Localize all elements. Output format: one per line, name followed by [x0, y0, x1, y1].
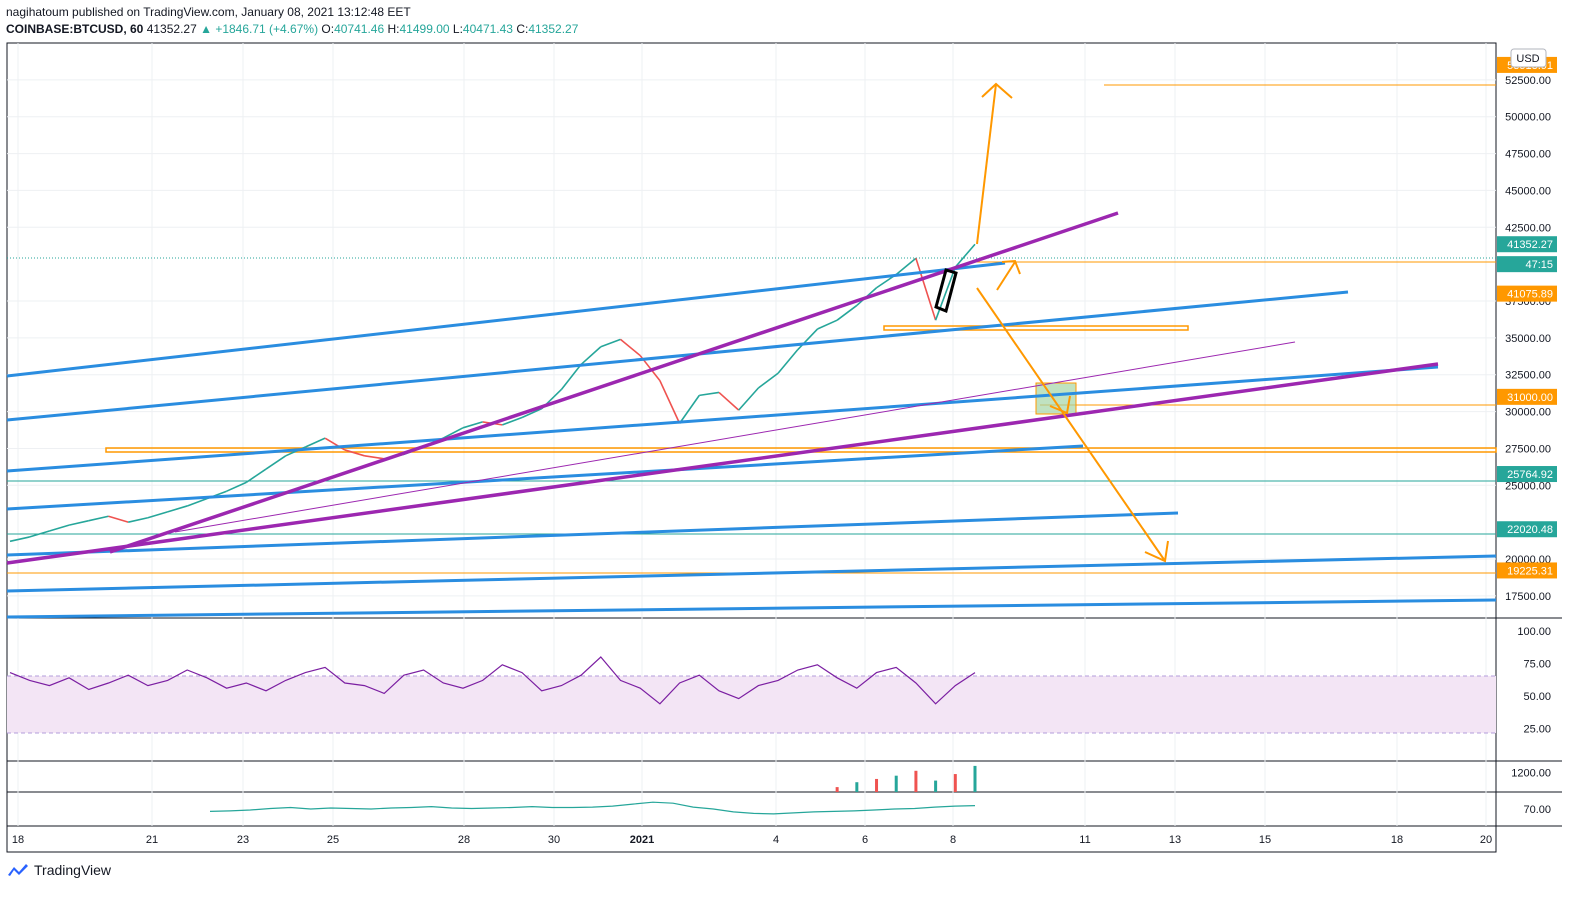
blue-channel-upper[interactable]	[6, 290, 1349, 422]
price-tick-label: 35000.00	[1505, 333, 1551, 345]
price-tick-label: 52500.00	[1505, 75, 1551, 87]
time-tick-label: 8	[950, 834, 956, 846]
price-tick-label: 25000.00	[1505, 480, 1551, 492]
oscillator-line	[209, 801, 976, 815]
price-axis-labels: 53513.9141352.2747:1541075.8931000.00257…	[1497, 56, 1557, 579]
price-axis-ticks: 52500.00 50000.00 47500.00 45000.00 42500.00…	[1505, 75, 1551, 816]
price-segment	[915, 258, 937, 321]
price-segment	[580, 346, 602, 366]
price-tick-label: 27500.00	[1505, 443, 1551, 455]
rsi-tick-label: 25.00	[1523, 724, 1551, 736]
blue-channel-mid[interactable]	[6, 365, 1439, 473]
time-tick-label: 2021	[630, 834, 654, 846]
price-label-text: 25764.92	[1507, 469, 1553, 481]
price-tick-label: 30000.00	[1505, 407, 1551, 419]
price-tick-label: 17500.00	[1505, 591, 1551, 603]
price-segment	[738, 387, 759, 411]
price-segment	[245, 468, 267, 484]
price-segment	[757, 372, 779, 389]
breakout-zone-rect[interactable]	[883, 325, 1189, 331]
purple-trendline-thin[interactable]	[174, 341, 1296, 533]
price-tick-label: 45000.00	[1505, 185, 1551, 197]
time-tick-label: 4	[773, 834, 779, 846]
purple-trendline-lower[interactable]	[6, 362, 1439, 565]
blue-channel-lower[interactable]	[6, 444, 1084, 511]
time-axis-ticks: 18 21 23 25 28 30 2021 4 6 8 11 13 15 18 20	[12, 834, 1492, 846]
price-label-text: 41352.27	[1507, 239, 1553, 251]
price-segment	[344, 449, 365, 457]
time-tick-label: 15	[1259, 834, 1271, 846]
blue-channel-top[interactable]	[6, 261, 1006, 378]
price-segment	[620, 338, 641, 357]
price-tick-label: 32500.00	[1505, 370, 1551, 382]
rsi-tick-label: 75.00	[1523, 659, 1551, 671]
price-tick-label: 47500.00	[1505, 149, 1551, 161]
price-segment	[167, 505, 188, 513]
oscillator-tick-label: 70.00	[1523, 804, 1551, 816]
volume-tick-label: 1200.00	[1511, 767, 1551, 779]
price-segment	[678, 394, 700, 424]
brand-name: TradingView	[34, 862, 112, 878]
time-tick-label: 21	[146, 834, 158, 846]
price-segment	[817, 319, 838, 330]
oscillator-series	[209, 801, 976, 815]
time-tick-label: 11	[1079, 834, 1090, 846]
time-tick-label: 28	[458, 834, 470, 846]
price-segment	[147, 511, 168, 519]
time-tick-label: 6	[862, 834, 868, 846]
price-segment	[699, 391, 720, 397]
rsi-band	[7, 676, 1496, 733]
price-label-text: 19225.31	[1507, 565, 1553, 577]
chart-canvas[interactable]: 52500.00 50000.00 47500.00 45000.00 42500.00…	[0, 0, 1587, 900]
arrow-down-long-head	[1144, 540, 1169, 563]
price-segment	[265, 455, 287, 470]
time-tick-label: 25	[327, 834, 339, 846]
price-segment	[9, 536, 30, 543]
price-segment	[108, 515, 129, 523]
footer-brand[interactable]: TradingView	[6, 862, 111, 878]
price-segment	[600, 338, 621, 348]
price-segment	[777, 349, 799, 374]
price-segment	[659, 380, 681, 424]
blue-channel-lines	[6, 261, 1497, 619]
price-segment	[88, 515, 109, 522]
price-segment	[68, 519, 89, 526]
time-tick-label: 30	[548, 834, 560, 846]
blue-channel-base[interactable]	[6, 598, 1497, 619]
price-segment	[305, 437, 326, 448]
price-segment	[49, 524, 70, 532]
price-segment	[127, 516, 149, 523]
price-segment	[364, 455, 385, 460]
arrow-up-long[interactable]	[976, 83, 997, 245]
arrow-up-short[interactable]	[996, 261, 1016, 291]
price-segment	[718, 391, 740, 411]
price-tick-label: 42500.00	[1505, 222, 1551, 234]
time-tick-label: 20	[1480, 834, 1492, 846]
price-label-text: 22020.48	[1507, 524, 1553, 536]
rsi-tick-label: 50.00	[1523, 691, 1551, 703]
price-segment	[797, 328, 819, 351]
currency-button-label: USD	[1516, 53, 1539, 65]
price-label-text: 47:15	[1525, 259, 1553, 271]
tradingview-logo-icon	[8, 864, 28, 876]
purple-trendline-upper[interactable]	[109, 211, 1119, 554]
projection-arrows	[976, 82, 1169, 563]
price-label-text: 41075.89	[1507, 289, 1553, 301]
time-tick-label: 23	[237, 834, 249, 846]
volume-series	[835, 765, 977, 792]
time-tick-label: 13	[1169, 834, 1181, 846]
arrow-up-long-head	[981, 82, 1013, 99]
time-tick-label: 18	[1391, 834, 1403, 846]
price-tick-label: 50000.00	[1505, 112, 1551, 124]
rsi-tick-label: 100.00	[1517, 626, 1551, 638]
price-label-text: 31000.00	[1507, 392, 1553, 404]
time-tick-label: 18	[12, 834, 24, 846]
